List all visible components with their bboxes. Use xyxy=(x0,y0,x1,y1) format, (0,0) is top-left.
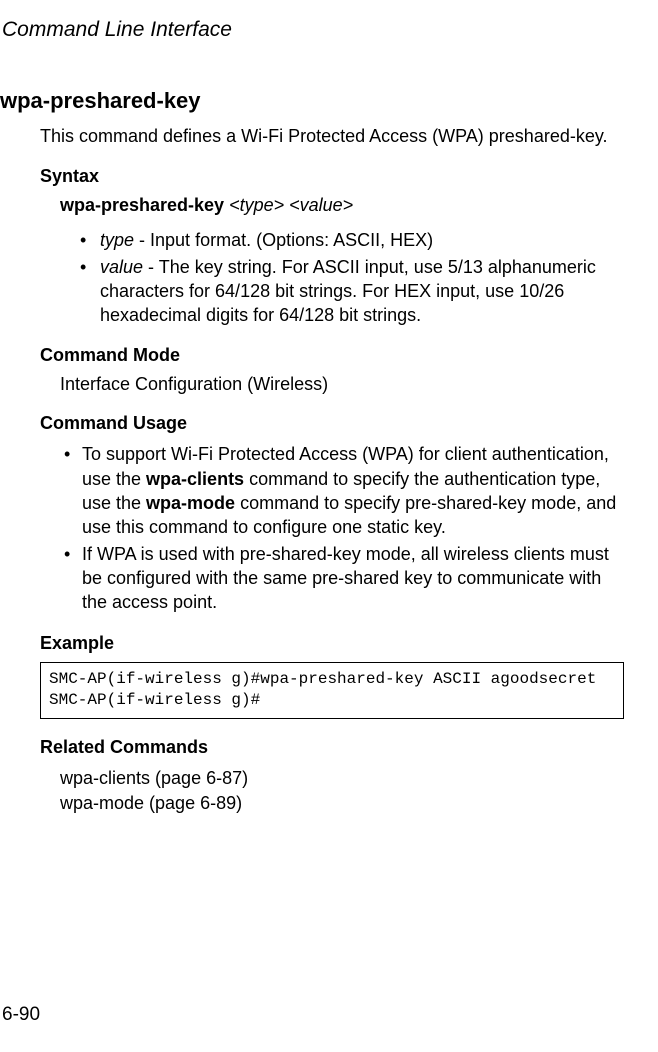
syntax-heading: Syntax xyxy=(40,166,624,187)
related-heading: Related Commands xyxy=(40,737,624,758)
param-name: value xyxy=(100,257,143,277)
syntax-line: wpa-preshared-key <type> <value> xyxy=(60,195,624,216)
page: Command Line Interface wpa-preshared-key… xyxy=(0,0,658,1052)
related-block: Related Commands wpa-clients (page 6-87)… xyxy=(40,737,624,816)
related-list: wpa-clients (page 6-87) wpa-mode (page 6… xyxy=(60,766,624,816)
command-body: This command defines a Wi-Fi Protected A… xyxy=(40,124,624,654)
related-item: wpa-mode (page 6-89) xyxy=(60,791,624,816)
bullet-icon: • xyxy=(64,442,70,466)
bullet-icon: • xyxy=(64,542,70,566)
param-desc: - The key string. For ASCII input, use 5… xyxy=(100,257,596,326)
running-header: Command Line Interface xyxy=(2,18,624,42)
example-code-block: SMC-AP(if-wireless g)#wpa-preshared-key … xyxy=(40,662,624,719)
usage-item: • To support Wi-Fi Protected Access (WPA… xyxy=(64,442,624,539)
usage-text-pre: If WPA is used with pre-shared-key mode,… xyxy=(82,544,609,613)
param-item: • value - The key string. For ASCII inpu… xyxy=(80,255,624,328)
bullet-icon: • xyxy=(80,228,86,252)
example-heading: Example xyxy=(40,633,624,654)
mode-text: Interface Configuration (Wireless) xyxy=(60,374,624,395)
usage-keyword: wpa-mode xyxy=(146,493,235,513)
bullet-icon: • xyxy=(80,255,86,279)
usage-item: • If WPA is used with pre-shared-key mod… xyxy=(64,542,624,615)
page-number: 6-90 xyxy=(2,1004,40,1026)
usage-list: • To support Wi-Fi Protected Access (WPA… xyxy=(64,442,624,614)
command-description: This command defines a Wi-Fi Protected A… xyxy=(40,124,624,148)
param-name: type xyxy=(100,230,134,250)
syntax-keyword: wpa-preshared-key xyxy=(60,195,224,215)
param-desc: - Input format. (Options: ASCII, HEX) xyxy=(134,230,433,250)
syntax-args: <type> <value> xyxy=(229,195,353,215)
param-list: • type - Input format. (Options: ASCII, … xyxy=(80,228,624,327)
mode-heading: Command Mode xyxy=(40,345,624,366)
param-item: • type - Input format. (Options: ASCII, … xyxy=(80,228,624,252)
usage-keyword: wpa-clients xyxy=(146,469,244,489)
usage-heading: Command Usage xyxy=(40,413,624,434)
command-title: wpa-preshared-key xyxy=(0,88,624,114)
related-item: wpa-clients (page 6-87) xyxy=(60,766,624,791)
